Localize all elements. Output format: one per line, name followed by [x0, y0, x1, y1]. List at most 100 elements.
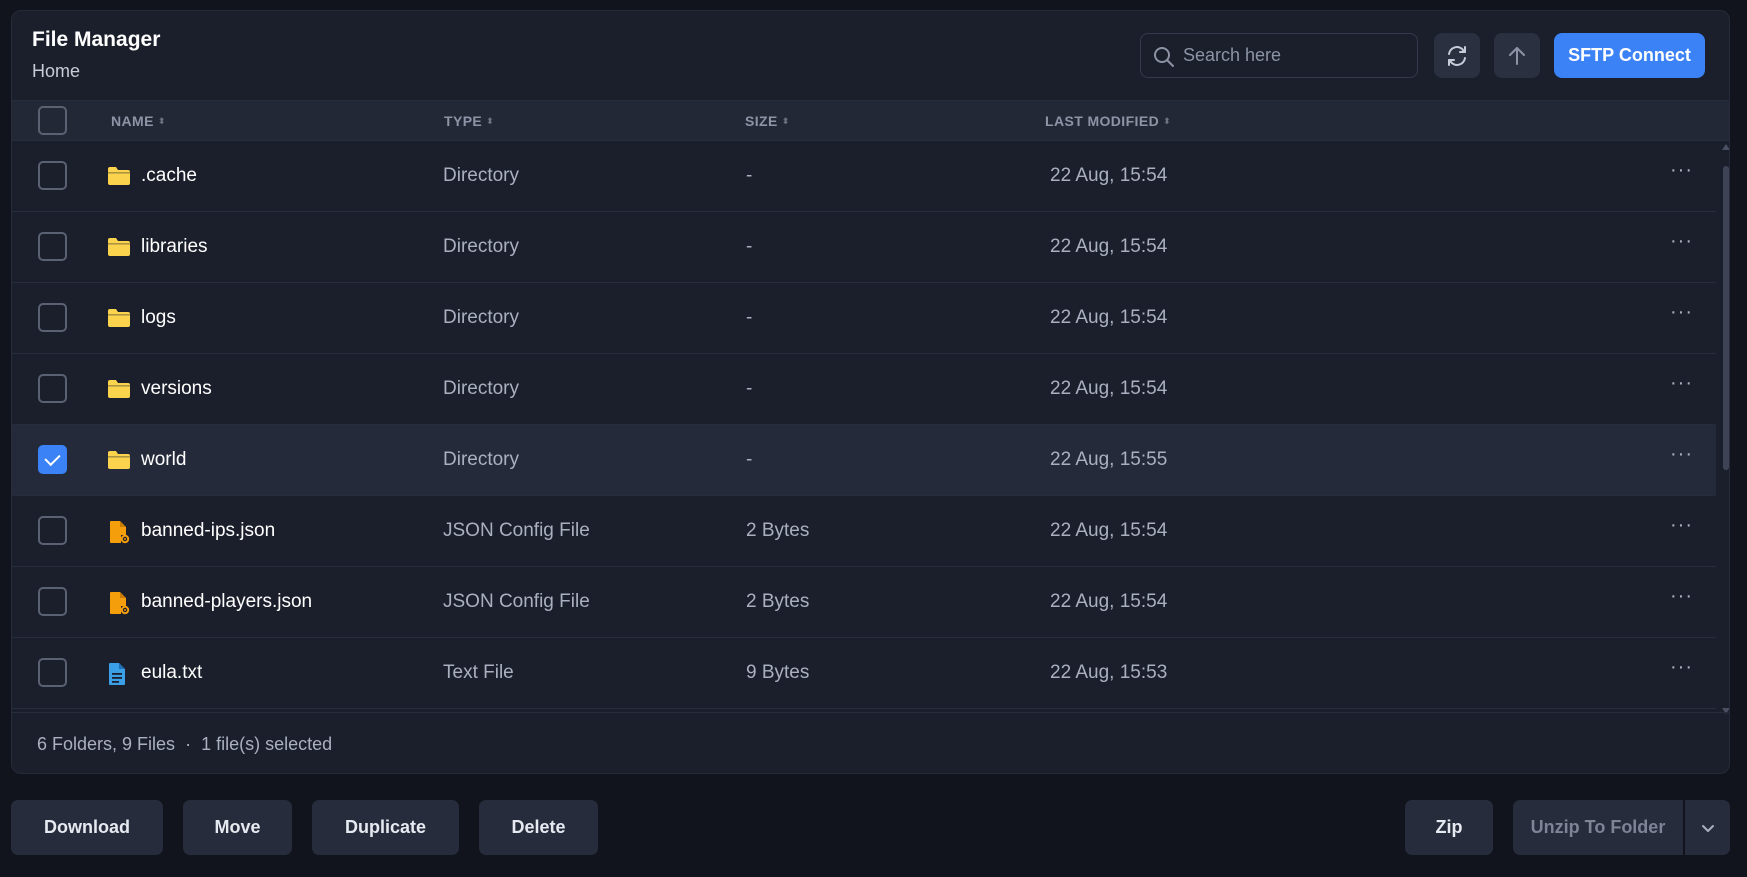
table-row[interactable]: .cache Directory - 22 Aug, 15:54 ··· — [12, 141, 1716, 212]
column-header-type[interactable]: TYPE ⬍ — [444, 113, 494, 129]
scroll-up-arrow[interactable] — [1722, 144, 1729, 150]
column-header-label: SIZE — [745, 113, 778, 129]
refresh-button[interactable] — [1434, 33, 1480, 78]
file-size: - — [746, 449, 753, 470]
move-button[interactable]: Move — [183, 800, 292, 855]
more-options-icon[interactable]: ··· — [1670, 159, 1693, 182]
row-checkbox[interactable] — [38, 658, 67, 687]
file-type: JSON Config File — [443, 520, 590, 541]
sort-icon: ⬍ — [781, 115, 790, 126]
table-row[interactable]: libraries Directory - 22 Aug, 15:54 ··· — [12, 212, 1716, 283]
unzip-button-group: Unzip To Folder — [1513, 800, 1730, 855]
config-file-icon — [107, 520, 131, 549]
table-row[interactable]: logs Directory - 22 Aug, 15:54 ··· — [12, 283, 1716, 354]
more-options-icon[interactable]: ··· — [1670, 372, 1693, 395]
search-box[interactable] — [1140, 33, 1418, 78]
file-name[interactable]: versions — [141, 378, 212, 400]
row-checkbox[interactable] — [38, 374, 67, 403]
file-size: - — [746, 307, 753, 328]
file-size: 2 Bytes — [746, 591, 810, 612]
more-options-icon[interactable]: ··· — [1670, 656, 1693, 679]
scroll-thumb[interactable] — [1723, 166, 1729, 470]
column-header-name[interactable]: NAME ⬍ — [111, 113, 166, 129]
file-last-modified: 22 Aug, 15:54 — [1050, 378, 1168, 399]
selection-count: 1 file(s) selected — [201, 733, 333, 754]
file-size: 9 Bytes — [746, 662, 810, 683]
more-options-icon[interactable]: ··· — [1670, 301, 1693, 324]
file-type: Directory — [443, 307, 520, 328]
sort-icon: ⬍ — [486, 115, 495, 126]
file-type: Text File — [443, 662, 514, 683]
file-name[interactable]: logs — [141, 307, 176, 329]
file-manager-header: File Manager Home SFTP Connect — [12, 11, 1729, 100]
file-last-modified: 22 Aug, 15:54 — [1050, 591, 1168, 612]
unzip-to-folder-button[interactable]: Unzip To Folder — [1513, 800, 1683, 855]
column-header-size[interactable]: SIZE ⬍ — [745, 113, 790, 129]
row-checkbox[interactable] — [38, 161, 67, 190]
row-checkbox[interactable] — [38, 516, 67, 545]
folder-icon — [107, 449, 131, 476]
search-icon — [1154, 47, 1174, 67]
row-checkbox[interactable] — [38, 587, 67, 616]
table-header: NAME ⬍ TYPE ⬍ SIZE ⬍ LAST MODIFIED ⬍ — [12, 100, 1729, 141]
config-file-icon — [107, 591, 131, 620]
folder-icon — [107, 307, 131, 334]
file-size: 2 Bytes — [746, 520, 810, 541]
row-checkbox[interactable] — [38, 232, 67, 261]
file-list: .cache Directory -22 Aug, 15:54 ··· librarie… — [12, 141, 1716, 711]
file-last-modified: 22 Aug, 15:54 — [1050, 165, 1168, 186]
separator-dot: · — [185, 733, 192, 754]
more-options-icon[interactable]: ··· — [1670, 443, 1693, 466]
file-type: Directory — [443, 165, 520, 186]
file-size: - — [746, 236, 753, 257]
breadcrumb[interactable]: Home — [32, 61, 80, 82]
refresh-icon — [1448, 45, 1466, 66]
file-last-modified: 22 Aug, 15:53 — [1050, 662, 1168, 683]
parent-directory-button[interactable] — [1494, 33, 1540, 78]
scrollbar[interactable] — [1722, 144, 1729, 714]
file-name[interactable]: world — [141, 449, 186, 471]
sftp-connect-button[interactable]: SFTP Connect — [1554, 33, 1705, 78]
arrow-up-icon — [1509, 46, 1525, 65]
more-options-icon[interactable]: ··· — [1670, 230, 1693, 253]
file-last-modified: 22 Aug, 15:55 — [1050, 449, 1168, 470]
file-name[interactable]: banned-players.json — [141, 591, 312, 613]
delete-button[interactable]: Delete — [479, 800, 598, 855]
row-checkbox[interactable] — [38, 303, 67, 332]
file-type: Directory — [443, 378, 520, 399]
file-last-modified: 22 Aug, 15:54 — [1050, 520, 1168, 541]
search-input[interactable] — [1183, 34, 1409, 77]
select-all-checkbox[interactable] — [38, 106, 67, 135]
folder-icon — [107, 236, 131, 263]
unzip-options-dropdown[interactable] — [1685, 800, 1730, 855]
table-row[interactable]: world Directory - 22 Aug, 15:55 ··· — [12, 425, 1716, 496]
file-name[interactable]: .cache — [141, 165, 197, 187]
row-checkbox[interactable] — [38, 445, 67, 474]
file-name[interactable]: banned-ips.json — [141, 520, 275, 542]
chevron-down-icon — [1701, 824, 1714, 832]
file-type: Directory — [443, 236, 520, 257]
file-size: - — [746, 378, 753, 399]
file-name[interactable]: eula.txt — [141, 662, 202, 684]
table-row[interactable]: banned-players.json JSON Config File 2 Byt… — [12, 567, 1716, 638]
more-options-icon[interactable]: ··· — [1670, 514, 1693, 537]
folder-icon — [107, 165, 131, 192]
zip-button[interactable]: Zip — [1405, 800, 1493, 855]
file-last-modified: 22 Aug, 15:54 — [1050, 236, 1168, 257]
text-file-icon — [107, 662, 127, 691]
more-options-icon[interactable]: ··· — [1670, 585, 1693, 608]
column-header-last-modified[interactable]: LAST MODIFIED ⬍ — [1045, 113, 1171, 129]
table-row[interactable]: banned-ips.json JSON Config File 2 Bytes 22… — [12, 496, 1716, 567]
file-manager-panel: File Manager Home SFTP Connect — [11, 10, 1730, 774]
folder-file-count: 6 Folders, 9 Files — [37, 733, 176, 754]
column-header-label: LAST MODIFIED — [1045, 113, 1160, 129]
column-header-label: NAME — [111, 113, 154, 129]
page-title: File Manager — [32, 28, 161, 51]
table-row[interactable]: eula.txt Text File 9 Bytes 22 Aug, 15:53 ··· — [12, 638, 1716, 709]
download-button[interactable]: Download — [11, 800, 163, 855]
duplicate-button[interactable]: Duplicate — [312, 800, 459, 855]
table-row[interactable]: versions Directory - 22 Aug, 15:54 ··· — [12, 354, 1716, 425]
sort-icon: ⬍ — [157, 115, 166, 126]
file-name[interactable]: libraries — [141, 236, 208, 258]
column-header-label: TYPE — [444, 113, 483, 129]
